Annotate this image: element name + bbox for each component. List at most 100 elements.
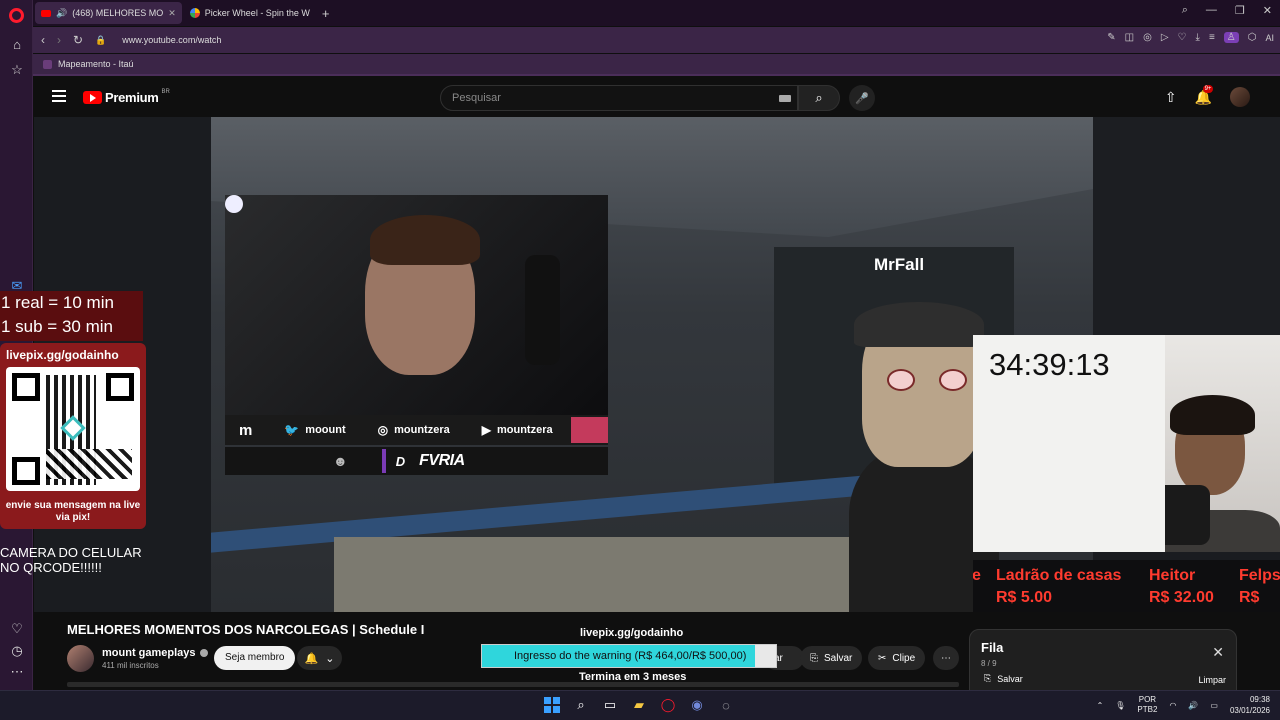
logo-text: Premium	[105, 90, 159, 105]
donation-ends: Termina em 3 meses	[579, 671, 687, 683]
keyboard-icon[interactable]	[779, 95, 791, 102]
ai-button[interactable]: AI	[1265, 33, 1274, 43]
subscribed-bell-button[interactable]: 🔔 ⌄	[297, 646, 342, 670]
pix-qr-code	[6, 367, 140, 491]
character-eye	[887, 369, 915, 391]
description-box-edge	[67, 682, 959, 687]
profile-icon[interactable]: ♙	[1223, 32, 1239, 43]
camera-note: CAMERA DO CELULAR NO QRCODE!!!!!!	[0, 545, 142, 575]
mic-icon[interactable]: 🎙	[1115, 701, 1125, 710]
bookmark-heart-icon[interactable]: ♡	[1178, 32, 1187, 43]
close-icon[interactable]: ✕	[1212, 644, 1224, 661]
forward-icon[interactable]: ›	[57, 33, 61, 47]
menu-icon[interactable]: ≡	[1209, 32, 1215, 43]
start-button[interactable]	[543, 696, 561, 714]
more-icon: ⋯	[941, 652, 951, 664]
queue-save-button[interactable]: ⎘ Salvar	[984, 673, 1023, 684]
url-field[interactable]: www.youtube.com/watch	[122, 35, 221, 45]
youtube-logo[interactable]: Premium BR	[83, 88, 170, 105]
heart-icon[interactable]: ♡	[7, 619, 27, 639]
home-icon[interactable]: ⌂	[7, 34, 27, 54]
character-eye	[939, 369, 967, 391]
voice-search-button[interactable]: 🎤	[849, 85, 875, 111]
clock[interactable]: 09:38 03/01/2026	[1230, 694, 1270, 716]
search-input[interactable]: Pesquisar	[440, 85, 798, 111]
video-title: MELHORES MOMENTOS DOS NARCOLEGAS | Sched…	[67, 622, 425, 637]
qr-modules	[46, 449, 132, 479]
opera-logo-icon[interactable]	[9, 8, 24, 23]
hamburger-menu-icon[interactable]	[52, 90, 66, 105]
region-code: BR	[161, 88, 170, 95]
pix-rate-box: 1 real = 10 min 1 sub = 30 min	[0, 291, 143, 341]
vpn-icon[interactable]: ◎	[1143, 32, 1152, 43]
camera-icon[interactable]: ◫	[1125, 32, 1134, 43]
panther-logo-icon: ☻	[333, 453, 348, 469]
close-window-icon[interactable]: ✕	[1263, 4, 1272, 17]
screen: ⌂ ☆ ✉ ♡ ◷ ⋯ 🔊 (468) MELHORES MO ✕ Picker…	[0, 0, 1280, 720]
youtube-play-icon	[83, 91, 102, 104]
back-icon[interactable]: ‹	[41, 33, 45, 47]
wifi-icon[interactable]: ◠	[1169, 701, 1176, 710]
close-tab-icon[interactable]: ✕	[168, 8, 176, 19]
donation-url: livepix.gg/godainho	[580, 627, 684, 639]
opera-gx-icon[interactable]: ◌	[717, 696, 735, 714]
new-tab-icon[interactable]: +	[322, 6, 330, 21]
clip-button[interactable]: ✂ Clipe	[868, 646, 926, 670]
notifications-button[interactable]: 🔔 9+	[1195, 84, 1214, 106]
tab-bar: 🔊 (468) MELHORES MO ✕ Picker Wheel - Spi…	[33, 0, 1280, 26]
scissors-icon: ✂	[878, 652, 887, 664]
battery-icon[interactable]: ▭	[1210, 701, 1218, 710]
more-actions-button[interactable]: ⋯	[933, 646, 959, 670]
search-icon: ⌕	[815, 90, 823, 105]
timer-panel: 34:39:13	[973, 335, 1165, 552]
reload-icon[interactable]: ↻	[73, 33, 83, 47]
social-accent-block	[570, 417, 608, 443]
discord-icon[interactable]: ◉	[688, 696, 706, 714]
bookmark-item[interactable]: Mapeamento - Itaú	[58, 59, 134, 69]
queue-clear-button[interactable]: Limpar	[1198, 675, 1226, 685]
team-name: FVRIA	[419, 452, 465, 469]
instagram-handle: mountzera	[394, 424, 450, 436]
team-bar: ☻ D FVRIA	[225, 447, 608, 475]
pix-url: livepix.gg/godainho	[6, 348, 119, 362]
tab-youtube[interactable]: 🔊 (468) MELHORES MO ✕	[35, 2, 182, 24]
extensions-icon[interactable]: ⬡	[1248, 32, 1257, 43]
file-explorer-icon[interactable]: ▰	[630, 696, 648, 714]
join-button[interactable]: Seja membro	[214, 646, 296, 670]
ticker-item: FelpsR$ 10	[1239, 567, 1280, 612]
mic-icon: 🎤	[855, 92, 869, 105]
donation-goal-bar: Ingresso do the warning (R$ 464,00/R$ 50…	[481, 644, 777, 668]
star-icon[interactable]: ☆	[7, 60, 27, 80]
queue-title: Fila	[981, 640, 1004, 655]
maximize-icon[interactable]: ❐	[1235, 4, 1245, 17]
picker-wheel-favicon-icon	[189, 8, 200, 18]
minimize-icon[interactable]: —	[1206, 4, 1217, 17]
history-icon[interactable]: ◷	[7, 641, 27, 661]
channel-name[interactable]: mount gameplays	[102, 647, 208, 659]
task-view-icon[interactable]: ▭	[601, 696, 619, 714]
opera-taskbar-icon[interactable]: ◯	[659, 696, 677, 714]
search-tabs-icon[interactable]: ⌕	[1182, 4, 1188, 17]
tab-picker-wheel[interactable]: Picker Wheel - Spin the W	[184, 2, 316, 24]
record-indicator	[225, 195, 243, 213]
channel-avatar[interactable]	[67, 645, 94, 672]
youtube-header: Premium BR Pesquisar ⌕ 🎤 ⇧ 🔔 9+	[34, 77, 1280, 117]
pix-card: livepix.gg/godainho envie sua mensagem n…	[0, 343, 146, 529]
system-tray: ⌃ 🎙 POR PTB2 ◠ 🔊 ▭ 09:38 03/01/2026	[1097, 694, 1270, 716]
more-icon[interactable]: ⋯	[7, 662, 27, 682]
account-avatar[interactable]	[1230, 87, 1250, 107]
kick-icon: m	[239, 421, 253, 439]
search-icon[interactable]: ⌕	[572, 696, 590, 714]
save-button[interactable]: ⎘ Salvar	[800, 646, 863, 670]
chevron-up-icon[interactable]: ⌃	[1097, 701, 1104, 710]
play-icon[interactable]: ▷	[1161, 32, 1169, 43]
video-player[interactable]: MrFall m 🐦 moount ◎ mountzera ▶ mountzera ☻…	[34, 117, 1280, 612]
language-indicator[interactable]: POR PTB2	[1137, 695, 1157, 715]
search-button[interactable]: ⌕	[798, 85, 840, 111]
edit-icon[interactable]: ✎	[1107, 32, 1115, 43]
upload-icon[interactable]: ⇧	[1165, 89, 1177, 106]
youtube-handle: mountzera	[496, 424, 553, 436]
volume-icon[interactable]: 🔊	[1188, 701, 1198, 710]
rate-line: 1 real = 10 min	[1, 293, 114, 312]
download-icon[interactable]: ⤓	[1196, 32, 1200, 43]
